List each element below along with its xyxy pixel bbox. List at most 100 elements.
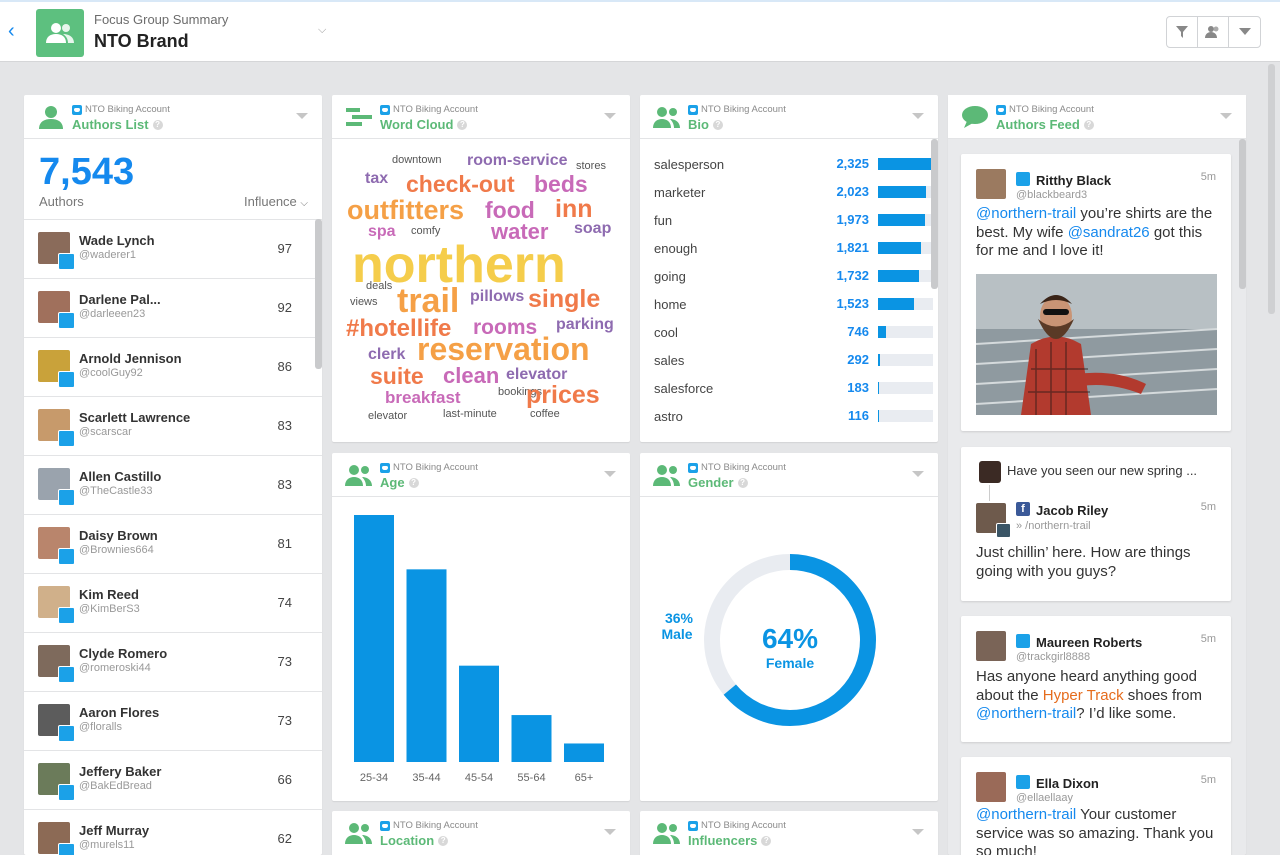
- bio-row[interactable]: salesperson 2,325: [654, 155, 933, 175]
- bio-row[interactable]: cool 746: [654, 323, 933, 343]
- widget-menu-icon[interactable]: [604, 113, 616, 119]
- author-row[interactable]: Jeff Murray @murels11 62: [24, 810, 322, 855]
- word-cloud-term[interactable]: coffee: [530, 409, 560, 420]
- author-name[interactable]: Aaron Flores: [79, 705, 159, 720]
- widget-menu-icon[interactable]: [604, 471, 616, 477]
- widget-menu-icon[interactable]: [1220, 113, 1232, 119]
- word-cloud-term[interactable]: prices: [526, 383, 600, 408]
- author-name[interactable]: Daisy Brown: [79, 528, 158, 543]
- feed-item[interactable]: Ritthy Black @blackbeard3 5m @northern-t…: [961, 154, 1231, 431]
- author-name[interactable]: Ella Dixon: [1036, 776, 1099, 791]
- word-cloud-term[interactable]: room-service: [467, 153, 568, 169]
- widget-menu-icon[interactable]: [296, 113, 308, 119]
- word-cloud-term[interactable]: suite: [370, 365, 424, 388]
- post-photo[interactable]: [976, 274, 1217, 415]
- author-row[interactable]: Wade Lynch @waderer1 97: [24, 220, 322, 279]
- help-icon[interactable]: ?: [712, 119, 723, 130]
- word-cloud-term[interactable]: elevator: [368, 411, 407, 422]
- scrollbar[interactable]: [931, 139, 938, 289]
- scrollbar[interactable]: [1239, 139, 1246, 289]
- author-name[interactable]: Jeff Murray: [79, 823, 149, 838]
- author-row[interactable]: Arnold Jennison @coolGuy92 86: [24, 338, 322, 397]
- author-name[interactable]: Jeffery Baker: [79, 764, 161, 779]
- sort-dropdown[interactable]: Influence ⌵: [244, 194, 308, 209]
- word-cloud-term[interactable]: reservation: [417, 333, 590, 365]
- bio-row[interactable]: going 1,732: [654, 267, 933, 287]
- bio-row[interactable]: home 1,523: [654, 295, 933, 315]
- author-row[interactable]: Kim Reed @KimBerS3 74: [24, 574, 322, 633]
- bio-row[interactable]: sales 292: [654, 351, 933, 371]
- product-highlight[interactable]: Hyper Track: [1043, 687, 1124, 704]
- widget-menu-icon[interactable]: [912, 113, 924, 119]
- word-cloud-term[interactable]: views: [350, 297, 378, 308]
- age-bar[interactable]: [511, 715, 552, 762]
- page-scrollbar[interactable]: [1268, 64, 1275, 314]
- help-icon[interactable]: ?: [457, 119, 468, 130]
- word-cloud-term[interactable]: pillows: [470, 289, 524, 305]
- age-bar[interactable]: [459, 665, 499, 762]
- word-cloud-term[interactable]: beds: [534, 173, 588, 196]
- author-row[interactable]: Daisy Brown @Brownies664 81: [24, 515, 322, 574]
- word-cloud-term[interactable]: deals: [366, 281, 392, 292]
- feed-item[interactable]: Maureen Roberts @trackgirl8888 5m Has an…: [961, 616, 1231, 742]
- author-name[interactable]: Kim Reed: [79, 587, 139, 602]
- widget-menu-icon[interactable]: [912, 829, 924, 835]
- author-name[interactable]: Ritthy Black: [1036, 173, 1111, 188]
- bio-row[interactable]: fun 1,973: [654, 211, 933, 231]
- author-name[interactable]: Arnold Jennison: [79, 351, 182, 366]
- filter-button[interactable]: [1167, 17, 1198, 47]
- scrollbar[interactable]: [315, 219, 322, 369]
- widget-menu-icon[interactable]: [604, 829, 616, 835]
- title-dropdown-icon[interactable]: ⌵: [318, 24, 326, 37]
- author-name[interactable]: Darlene Pal...: [79, 292, 161, 307]
- bio-row[interactable]: salesforce 183: [654, 379, 933, 399]
- author-name[interactable]: Wade Lynch: [79, 233, 155, 248]
- word-cloud-term[interactable]: tax: [365, 171, 388, 187]
- word-cloud-term[interactable]: check-out: [406, 173, 515, 196]
- word-cloud-term[interactable]: soap: [574, 221, 611, 237]
- bio-row[interactable]: enough 1,821: [654, 239, 933, 259]
- word-cloud-term[interactable]: breakfast: [385, 389, 461, 406]
- feed-item[interactable]: Ella Dixon @ellaellaay 5m @northern-trai…: [961, 757, 1231, 855]
- word-cloud-term[interactable]: downtown: [392, 155, 442, 166]
- author-name[interactable]: Clyde Romero: [79, 646, 167, 661]
- author-name[interactable]: Allen Castillo: [79, 469, 161, 484]
- help-icon[interactable]: ?: [737, 477, 748, 488]
- word-cloud-term[interactable]: outfitters: [347, 197, 464, 224]
- author-row[interactable]: Allen Castillo @TheCastle33 83: [24, 456, 322, 515]
- help-icon[interactable]: ?: [1083, 119, 1094, 130]
- help-icon[interactable]: ?: [438, 835, 449, 846]
- author-row[interactable]: Clyde Romero @romeroski44 73: [24, 633, 322, 692]
- mention-link[interactable]: @northern-trail: [976, 806, 1076, 823]
- word-cloud-term[interactable]: inn: [555, 197, 593, 222]
- author-row[interactable]: Scarlett Lawrence @scarscar 83: [24, 397, 322, 456]
- back-chevron-icon[interactable]: ‹: [8, 21, 26, 41]
- people-button[interactable]: [1198, 17, 1229, 47]
- more-dropdown-button[interactable]: [1229, 17, 1260, 47]
- feed-item[interactable]: Have you seen our new spring ... f Jacob…: [961, 447, 1231, 601]
- word-cloud-term[interactable]: clean: [443, 365, 499, 387]
- parent-post-text[interactable]: Have you seen our new spring ...: [1007, 463, 1197, 478]
- help-icon[interactable]: ?: [408, 477, 419, 488]
- mention-link[interactable]: @sandrat26: [1068, 224, 1150, 241]
- bio-row[interactable]: marketer 2,023: [654, 183, 933, 203]
- bio-row[interactable]: astro 116: [654, 407, 933, 427]
- age-bar[interactable]: [354, 515, 394, 762]
- mention-link[interactable]: @northern-trail: [976, 205, 1076, 222]
- word-cloud-term[interactable]: trail: [397, 284, 459, 318]
- help-icon[interactable]: ?: [761, 835, 772, 846]
- word-cloud-term[interactable]: clerk: [368, 347, 405, 363]
- age-bar[interactable]: [564, 743, 604, 762]
- author-name[interactable]: Jacob Riley: [1036, 503, 1108, 518]
- author-row[interactable]: Darlene Pal... @darleeen23 92: [24, 279, 322, 338]
- word-cloud-term[interactable]: single: [528, 287, 600, 312]
- help-icon[interactable]: ?: [152, 119, 163, 130]
- word-cloud-term[interactable]: last-minute: [443, 409, 497, 420]
- author-name[interactable]: Maureen Roberts: [1036, 635, 1142, 650]
- widget-menu-icon[interactable]: [912, 471, 924, 477]
- author-row[interactable]: Aaron Flores @floralls 73: [24, 692, 322, 751]
- author-row[interactable]: Jeffery Baker @BakEdBread 66: [24, 751, 322, 810]
- age-bar[interactable]: [406, 569, 447, 762]
- author-name[interactable]: Scarlett Lawrence: [79, 410, 190, 425]
- mention-link[interactable]: @northern-trail: [976, 705, 1076, 722]
